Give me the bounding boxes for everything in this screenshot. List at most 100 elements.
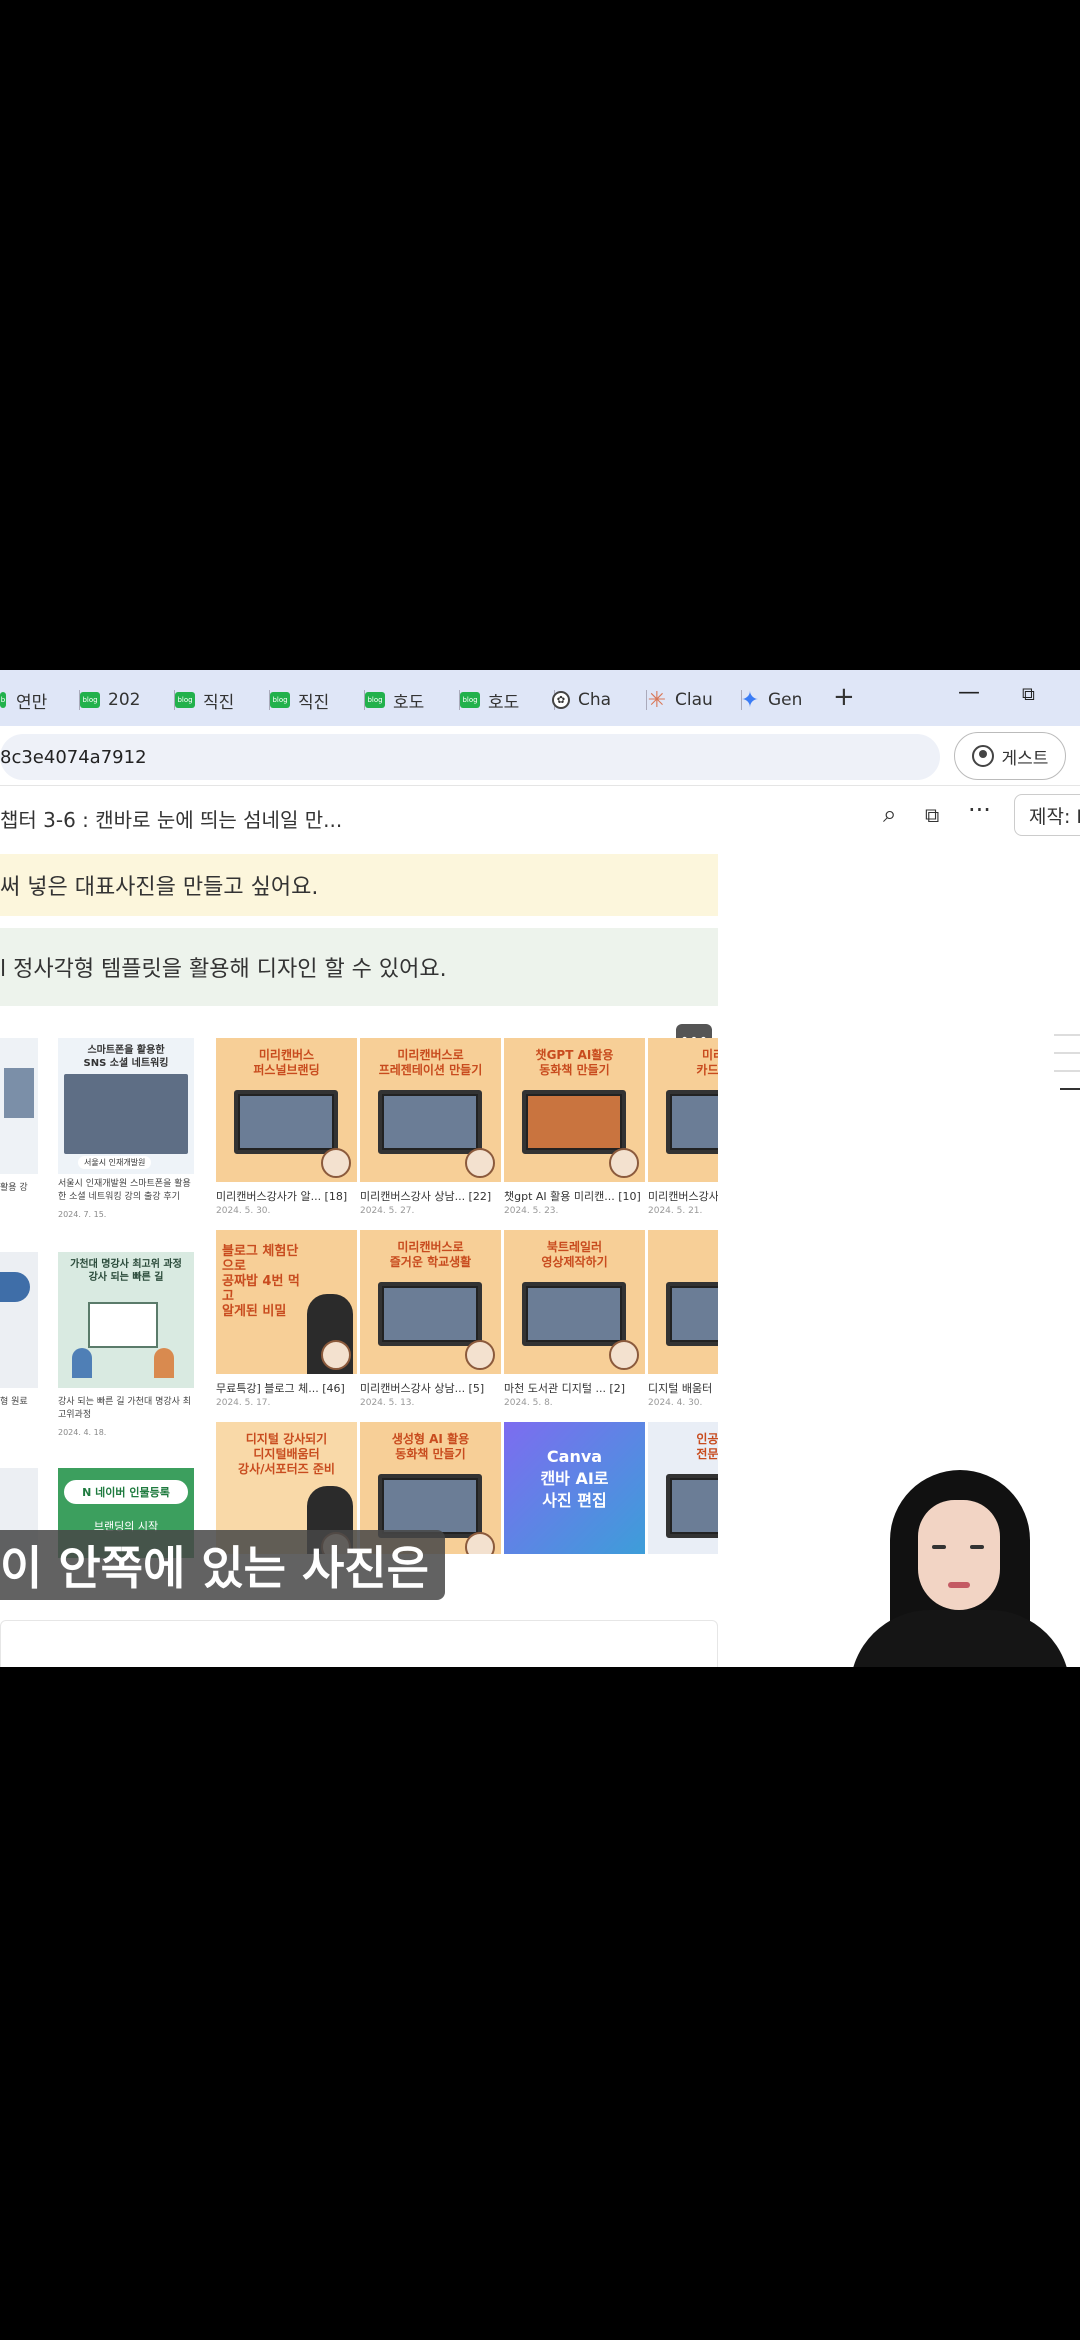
make-button[interactable]: 제작: I: [1014, 794, 1080, 836]
gallery-caption: 미리캔버스강사 상남... [5]: [360, 1382, 485, 1395]
toc-line: [1054, 1034, 1080, 1036]
tab-5[interactable]: blog 호도: [365, 682, 460, 718]
browser-window: b 연만 blog 202 blog 직진 blog 직진 blog 호도 blog 호도 …: [0, 670, 1080, 1667]
gallery-thumbnail[interactable]: Canva 캔바 AI로 사진 편집: [504, 1422, 645, 1554]
monitor-image: [378, 1090, 482, 1154]
mascot-sticker: [321, 1148, 351, 1178]
toc-line-active: [1060, 1088, 1080, 1090]
gallery-thumbnail[interactable]: 미리캔 카드뉴스: [648, 1038, 718, 1182]
gallery-date: 2024. 4. 30.: [648, 1398, 703, 1408]
blog-card-gachon[interactable]: 가천대 명강사 최고위 과정 강사 되는 빠른 길: [58, 1252, 194, 1388]
partial-caption-2: 형 원료: [0, 1397, 28, 1407]
profile-icon: [971, 745, 994, 767]
naver-blog-icon: blog: [175, 692, 195, 708]
gallery-thumbnail-title: 디지털 강사되기 디지털배움터 강사/서포터즈 준비: [238, 1432, 335, 1476]
gallery-caption: 미리캔버스강사가 알... [18]: [216, 1190, 348, 1203]
naver-blog-icon: blog: [80, 692, 100, 708]
mascot-sticker: [465, 1532, 495, 1554]
tab-4[interactable]: blog 직진: [270, 682, 365, 718]
guest-profile-button[interactable]: 게스트: [954, 732, 1066, 780]
gallery-thumbnail[interactable]: 챗GPT AI활용 동화책 만들기: [504, 1038, 645, 1182]
restore-icon[interactable]: ⧉: [1022, 684, 1035, 705]
gallery-thumbnail[interactable]: 미리캔버스로 즐거운 학교생활: [360, 1230, 501, 1374]
toc-line: [1054, 1052, 1080, 1054]
gallery-thumbnail-title: 미리캔버스로 프레젠테이션 만들기: [378, 1048, 483, 1077]
gallery-date: 2024. 5. 17.: [216, 1398, 271, 1408]
gallery-thumbnail-title: 블로그 체험단으로 공짜밥 4번 먹고 알게된 비밀: [222, 1244, 300, 1319]
partial-thumb-2[interactable]: [0, 1252, 38, 1388]
gallery-thumbnail-title: 미리캔버스 퍼스널브랜딩: [253, 1048, 320, 1077]
partial-thumb-1[interactable]: [0, 1038, 38, 1174]
gallery-thumbnail-title: 미리캔버스로 즐거운 학교생활: [389, 1240, 472, 1269]
monitor-image: [234, 1090, 338, 1154]
monitor-image: [666, 1282, 718, 1346]
tab-chatgpt[interactable]: ✿ Cha: [552, 682, 647, 718]
mascot-sticker: [465, 1340, 495, 1370]
more-icon[interactable]: ···: [968, 796, 991, 824]
webcam-overlay: [820, 1450, 1080, 1667]
blog-card-gachon-caption: 강사 되는 빠른 길 가천대 명강사 최고위과정: [58, 1397, 192, 1420]
gallery-thumbnail-title: 생성형 AI 활용 동화책 만들기: [391, 1432, 470, 1461]
gallery-date: 2024. 5. 8.: [504, 1398, 553, 1408]
monitor-image: [522, 1282, 626, 1346]
toc-line: [1054, 1070, 1080, 1072]
blog-card-sns-date: 2024. 7. 15.: [58, 1210, 107, 1219]
tab-bar: b 연만 blog 202 blog 직진 blog 직진 blog 호도 blog 호도 …: [0, 670, 1080, 726]
gallery-thumbnail[interactable]: 미리캔버스 퍼스널브랜딩: [216, 1038, 357, 1182]
blog-card-sns[interactable]: 스마트폰을 활용한 SNS 소셜 네트워킹 서울시 인재개발원: [58, 1038, 194, 1174]
mascot-sticker: [321, 1340, 351, 1370]
new-tab-icon[interactable]: +: [833, 682, 855, 712]
monitor-image: [378, 1474, 482, 1538]
blog-card-sns-caption: 서울시 인재개발원 스마트폰을 활용한 소셜 네트워킹 강의 출강 후기: [58, 1179, 191, 1202]
gallery-thumbnail[interactable]: 블로그 체험단으로 공짜밥 4번 먹고 알게된 비밀: [216, 1230, 357, 1374]
gallery-caption: 미리캔버스강사 상남... [22]: [360, 1190, 492, 1203]
url-text: 8c3e4074a7912: [0, 746, 147, 768]
comment-box: [0, 1620, 718, 1667]
gallery-thumbnail-title: 북트레일러 영상제작하기: [541, 1240, 608, 1269]
gemini-icon: ✦: [740, 687, 760, 713]
gallery-thumbnail[interactable]: [648, 1230, 718, 1374]
gallery-thumbnail-title: 인공지능 전문강사: [696, 1432, 718, 1461]
tab-3[interactable]: blog 직진: [175, 682, 270, 718]
gallery-thumbnail[interactable]: 인공지능 전문강사: [648, 1422, 718, 1554]
gallery-thumbnail-title: 챗GPT AI활용 동화책 만들기: [535, 1048, 614, 1077]
minimize-icon[interactable]: —: [958, 680, 980, 705]
gallery-date: 2024. 5. 27.: [360, 1206, 415, 1216]
gallery-thumbnail[interactable]: 미리캔버스로 프레젠테이션 만들기: [360, 1038, 501, 1182]
copy-icon[interactable]: ⧉: [925, 803, 939, 827]
gallery-caption: 미리캔버스강사: [648, 1190, 718, 1203]
address-bar[interactable]: 8c3e4074a7912: [0, 734, 940, 780]
gallery-caption: 마천 도서관 디지털 ... [2]: [504, 1382, 626, 1395]
gallery-date: 2024. 5. 23.: [504, 1206, 559, 1216]
address-row: 8c3e4074a7912 게스트: [0, 726, 1080, 786]
gallery-date: 2024. 5. 13.: [360, 1398, 415, 1408]
tab-6[interactable]: blog 호도: [460, 682, 555, 718]
chatgpt-icon: ✿: [552, 691, 570, 709]
tab-claude[interactable]: ✳ Clau: [647, 682, 742, 718]
note-green: l 정사각형 템플릿을 활용해 디자인 할 수 있어요.: [0, 928, 718, 1006]
tab-gemini[interactable]: ✦ Gen: [740, 682, 828, 718]
video-subtitle: 이 안쪽에 있는 사진은: [0, 1530, 445, 1600]
tab-2[interactable]: blog 202: [80, 682, 175, 718]
gallery-caption: 무료특강] 블로그 체... [46]: [216, 1382, 345, 1395]
gallery-caption: 디지털 배움터: [648, 1382, 713, 1395]
mascot-sticker: [609, 1340, 639, 1370]
page-title: 챕터 3-6 : 캔바로 눈에 띄는 섬네일 만...: [0, 808, 343, 832]
gallery-thumbnail-title: Canva 캔바 AI로 사진 편집: [540, 1447, 609, 1510]
naver-blog-icon: b: [0, 692, 6, 708]
naver-blog-icon: blog: [365, 692, 385, 708]
claude-icon: ✳: [647, 687, 667, 713]
gallery-thumbnail-title: 미리캔 카드뉴스: [696, 1048, 718, 1077]
search-icon[interactable]: ⌕: [883, 800, 896, 828]
mascot-sticker: [609, 1148, 639, 1178]
naver-blog-icon: blog: [270, 692, 290, 708]
gallery-date: 2024. 5. 21.: [648, 1206, 703, 1216]
page-header: 챕터 3-6 : 캔바로 눈에 띄는 섬네일 만... ⌕ ⧉ ··· 제작: …: [0, 786, 1080, 844]
monitor-image: [378, 1282, 482, 1346]
partial-caption-1: 활용 강: [0, 1183, 28, 1193]
naver-blog-icon: blog: [460, 692, 480, 708]
thumbnail-gallery: 미리캔버스 퍼스널브랜딩 미리캔버스강사가 알... [18] 2024. 5. 3…: [216, 1038, 718, 1554]
tab-1[interactable]: b 연만: [0, 682, 80, 718]
blog-card-gachon-date: 2024. 4. 18.: [58, 1428, 107, 1437]
gallery-thumbnail[interactable]: 북트레일러 영상제작하기: [504, 1230, 645, 1374]
